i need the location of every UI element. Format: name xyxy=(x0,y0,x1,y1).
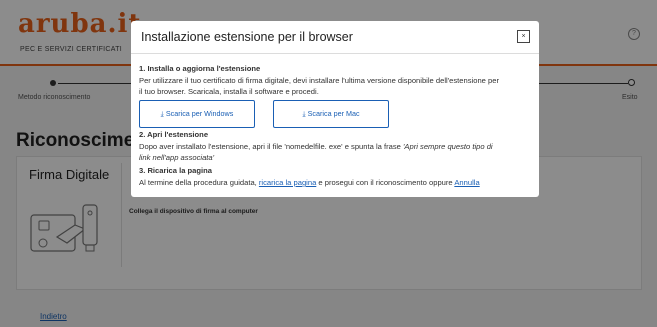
cancel-link[interactable]: Annulla xyxy=(454,178,479,187)
step1-line2: il tuo browser. Scaricala, installa il s… xyxy=(139,87,319,96)
close-icon[interactable]: × xyxy=(517,30,530,43)
reload-page-link[interactable]: ricarica la pagina xyxy=(259,178,316,187)
step2-title: 2. Apri l'estensione xyxy=(139,130,209,139)
extension-install-modal: Installazione estensione per il browser … xyxy=(131,21,539,197)
step3-line: Al termine della procedura guidata, rica… xyxy=(139,178,480,187)
step1-title: 1. Installa o aggiorna l'estensione xyxy=(139,64,261,73)
modal-title: Installazione estensione per il browser xyxy=(141,30,353,44)
download-windows-label: Scarica per Windows xyxy=(165,109,234,118)
download-windows-button[interactable]: ⤓ Scarica per Windows xyxy=(139,100,255,128)
step1-line1: Per utilizzare il tuo certificato di fir… xyxy=(139,76,499,85)
step2-line2: link nell'app associata' xyxy=(139,153,215,162)
download-mac-button[interactable]: ⤓ Scarica per Mac xyxy=(273,100,389,128)
modal-divider xyxy=(131,53,539,54)
step2-line1: Dopo aver installato l'estensione, apri … xyxy=(139,142,493,151)
step3-title: 3. Ricarica la pagina xyxy=(139,166,213,175)
download-mac-label: Scarica per Mac xyxy=(307,109,360,118)
